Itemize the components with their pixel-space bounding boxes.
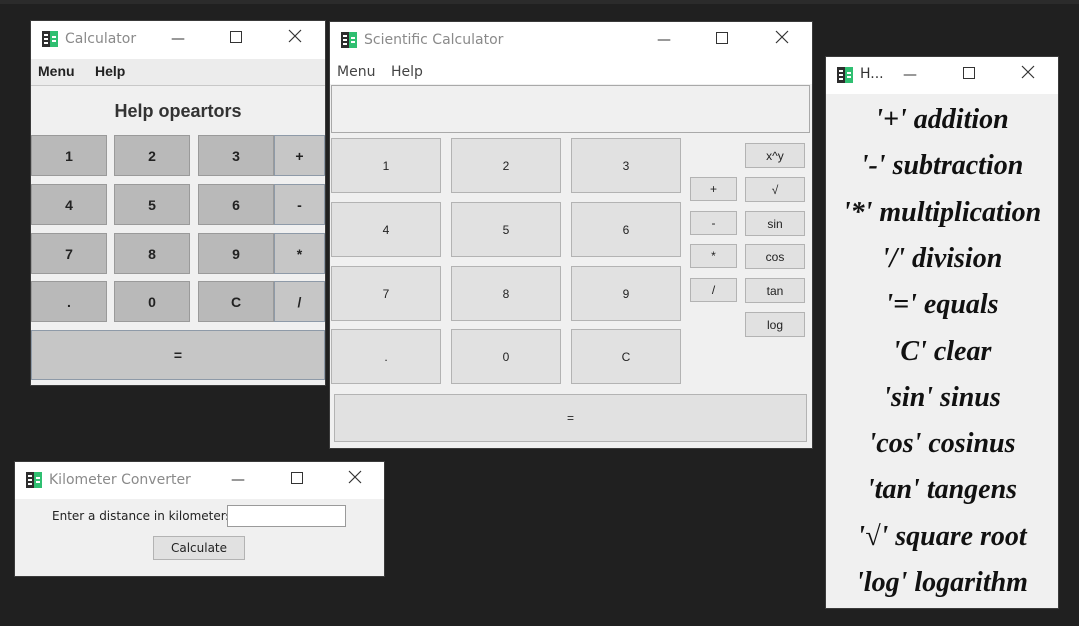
calculator-header: Help opeartors: [114, 101, 242, 121]
function-button[interactable]: log: [745, 312, 805, 337]
digit-button[interactable]: 9: [571, 266, 681, 321]
maximize-icon[interactable]: [712, 30, 732, 50]
equals-button[interactable]: =: [334, 394, 807, 442]
menu-item-menu[interactable]: Menu: [38, 63, 75, 79]
help-titlebar[interactable]: H... —: [826, 57, 1058, 94]
window-title: Kilometer Converter: [49, 472, 191, 488]
operator-button[interactable]: +: [690, 177, 737, 201]
menu-item-help[interactable]: Help: [391, 64, 423, 80]
help-line: 'log' logarithm: [856, 567, 1028, 598]
display-field[interactable]: [331, 85, 810, 133]
menu-item-help[interactable]: Help: [95, 63, 125, 79]
function-button[interactable]: cos: [745, 244, 805, 269]
help-line: 'cos' cosinus: [868, 428, 1016, 460]
kilometer-converter-window: Kilometer Converter — Enter a distance i…: [15, 462, 384, 576]
digit-button[interactable]: C: [571, 329, 681, 384]
operator-button[interactable]: /: [690, 278, 737, 302]
window-title: Calculator: [65, 31, 137, 47]
maximize-icon[interactable]: [287, 470, 307, 490]
minimize-icon[interactable]: —: [168, 29, 188, 49]
help-window: H... — '+' addition '-' subtraction '*' mu…: [826, 57, 1058, 608]
calculator-titlebar[interactable]: Calculator —: [31, 21, 325, 59]
window-title: H...: [860, 66, 884, 82]
app-icon: [837, 67, 853, 83]
equals-button[interactable]: =: [31, 330, 325, 380]
key-button[interactable]: 1: [31, 135, 107, 176]
key-button[interactable]: 7: [31, 233, 107, 274]
digit-button[interactable]: 4: [331, 202, 441, 257]
maximize-icon[interactable]: [226, 29, 246, 49]
desktop-top-strip: [0, 0, 1079, 4]
digit-button[interactable]: 0: [451, 329, 561, 384]
key-button[interactable]: 8: [114, 233, 190, 274]
key-button[interactable]: 5: [114, 184, 190, 225]
calculate-button[interactable]: Calculate: [153, 536, 245, 560]
operator-button[interactable]: *: [690, 244, 737, 268]
scientific-menubar: Menu Help: [330, 60, 812, 84]
minimize-icon[interactable]: —: [900, 65, 920, 85]
distance-input[interactable]: [227, 505, 346, 527]
function-button[interactable]: x^y: [745, 143, 805, 168]
distance-label: Enter a distance in kilometers: [52, 509, 232, 523]
key-button[interactable]: 6: [198, 184, 274, 225]
close-icon[interactable]: [772, 30, 792, 50]
help-line: '√' square root: [857, 520, 1027, 552]
converter-titlebar[interactable]: Kilometer Converter —: [15, 462, 384, 499]
close-icon[interactable]: [345, 470, 365, 490]
digit-button[interactable]: 2: [451, 138, 561, 193]
key-button[interactable]: 9: [198, 233, 274, 274]
digit-button[interactable]: 3: [571, 138, 681, 193]
maximize-icon[interactable]: [959, 65, 979, 85]
digit-button[interactable]: 8: [451, 266, 561, 321]
function-button[interactable]: √: [745, 177, 805, 202]
operator-button[interactable]: -: [690, 211, 737, 235]
digit-button[interactable]: 7: [331, 266, 441, 321]
key-button[interactable]: -: [274, 184, 325, 225]
digit-button[interactable]: .: [331, 329, 441, 384]
key-button[interactable]: C: [198, 281, 274, 322]
key-button[interactable]: 0: [114, 281, 190, 322]
window-title: Scientific Calculator: [364, 32, 504, 48]
function-button[interactable]: tan: [745, 278, 805, 303]
help-line: '/' division: [881, 242, 1003, 274]
digit-button[interactable]: 1: [331, 138, 441, 193]
key-button[interactable]: +: [274, 135, 325, 176]
digit-button[interactable]: 6: [571, 202, 681, 257]
close-icon[interactable]: [285, 29, 305, 49]
menu-item-menu[interactable]: Menu: [337, 64, 375, 80]
digit-button[interactable]: 5: [451, 202, 561, 257]
scientific-titlebar[interactable]: Scientific Calculator —: [330, 22, 812, 60]
calculator-menubar: Menu Help: [31, 59, 325, 86]
help-line: '+' addition: [875, 104, 1009, 135]
app-icon: [42, 31, 58, 47]
help-line: 'sin' sinus: [883, 381, 1001, 413]
minimize-icon[interactable]: —: [654, 30, 674, 50]
help-line: '*' multiplication: [842, 196, 1042, 228]
function-button[interactable]: sin: [745, 211, 805, 236]
key-button[interactable]: 4: [31, 184, 107, 225]
key-button[interactable]: .: [31, 281, 107, 322]
key-button[interactable]: *: [274, 233, 325, 274]
help-line: '=' equals: [885, 289, 999, 321]
help-line: 'tan' tangens: [866, 474, 1018, 506]
help-line: '-' subtraction: [860, 150, 1024, 182]
scientific-calculator-window: Scientific Calculator — Menu Help 123 456…: [330, 22, 812, 448]
app-icon: [341, 32, 357, 48]
close-icon[interactable]: [1018, 65, 1038, 85]
calculator-window: Calculator — Menu Help Help opeartors 12…: [31, 21, 325, 385]
app-icon: [26, 472, 42, 488]
help-line: 'C' clear: [892, 335, 992, 367]
key-button[interactable]: 3: [198, 135, 274, 176]
key-button[interactable]: 2: [114, 135, 190, 176]
minimize-icon[interactable]: —: [228, 470, 248, 490]
key-button[interactable]: /: [274, 281, 325, 322]
